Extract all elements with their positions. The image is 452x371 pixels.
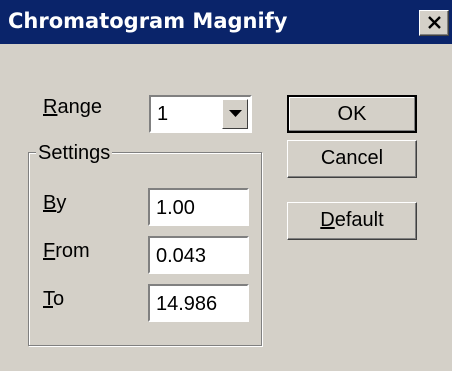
settings-group-title: Settings [36, 142, 113, 164]
title-bar: Chromatogram Magnify [0, 0, 452, 44]
close-button[interactable] [419, 10, 449, 36]
from-label: From [43, 240, 90, 262]
range-value: 1 [157, 103, 169, 125]
cancel-button[interactable]: Cancel [287, 140, 417, 178]
to-field[interactable]: 14.986 [148, 284, 249, 322]
range-dropdown[interactable]: 1 [149, 95, 252, 133]
chromatogram-magnify-dialog: Chromatogram Magnify Range 1 Settings By… [0, 0, 452, 371]
from-field[interactable]: 0.043 [148, 236, 249, 274]
by-label: By [43, 192, 67, 214]
by-value: 1.00 [156, 197, 195, 219]
by-field[interactable]: 1.00 [148, 188, 249, 226]
to-value: 14.986 [156, 293, 218, 315]
range-label: Range [43, 96, 102, 118]
chevron-down-icon [229, 110, 242, 117]
from-value: 0.043 [156, 245, 207, 267]
close-icon [428, 16, 441, 29]
default-button[interactable]: Default [287, 202, 417, 240]
range-dropdown-button[interactable] [222, 99, 248, 129]
to-label: To [43, 288, 65, 310]
window-title: Chromatogram Magnify [8, 9, 288, 33]
ok-button[interactable]: OK [287, 95, 417, 133]
